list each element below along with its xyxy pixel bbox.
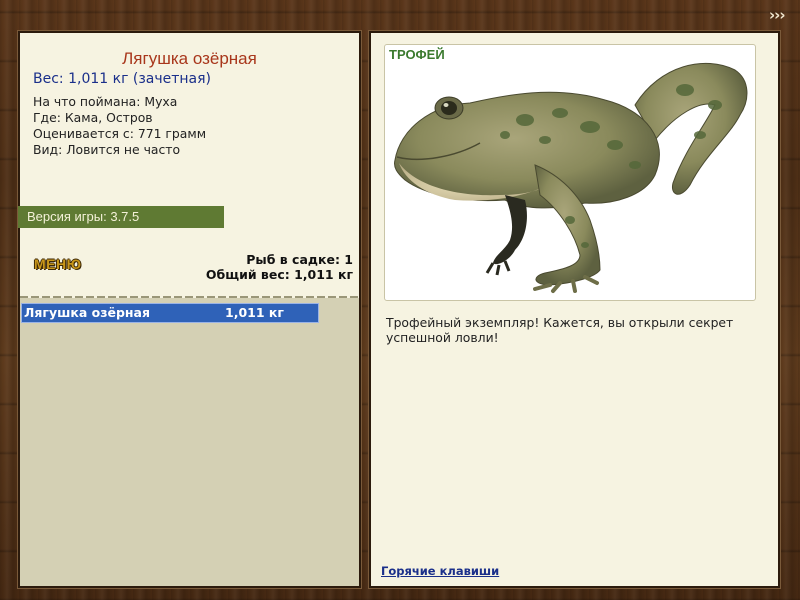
keepnet-stats: Рыб в садке: 1 Общий вес: 1,011 кг xyxy=(206,252,353,282)
detail-bait: На что поймана: Муха xyxy=(33,94,178,109)
fish-count: Рыб в садке: 1 xyxy=(246,252,353,267)
more-arrows-button[interactable]: ››› xyxy=(769,6,786,24)
version-bar: Версия игры: 3.7.5 xyxy=(18,206,224,228)
trophy-description: Трофейный экземпляр! Кажется, вы открыли… xyxy=(386,315,734,345)
detail-min-weight: Оценивается с: 771 грамм xyxy=(33,126,207,141)
total-weight: Общий вес: 1,011 кг xyxy=(205,267,353,282)
keepnet-list-item[interactable]: Лягушка озёрная 1,011 кг xyxy=(21,303,319,323)
catch-info-panel: Лягушка озёрная Вес: 1,011 кг (зачетная)… xyxy=(18,31,361,588)
trophy-panel: ТРОФЕЙ Трофейный экземпляр! Кажется, вы … xyxy=(369,31,780,588)
hotkeys-link[interactable]: Горячие клавиши xyxy=(381,564,499,578)
catch-details: На что поймана: Муха Где: Кама, Остров О… xyxy=(33,94,206,158)
list-item-weight: 1,011 кг xyxy=(225,305,284,320)
detail-location: Где: Кама, Остров xyxy=(33,110,153,125)
frog-illustration-icon xyxy=(394,63,748,293)
fish-weight: Вес: 1,011 кг (зачетная) xyxy=(33,71,212,87)
keepnet-list[interactable] xyxy=(20,298,359,586)
menu-button[interactable]: МЕНЮ xyxy=(34,256,82,272)
fish-title: Лягушка озёрная xyxy=(122,49,257,68)
trophy-image-frame: ТРОФЕЙ xyxy=(384,44,756,301)
detail-rarity: Вид: Ловится не часто xyxy=(33,142,181,157)
list-item-name: Лягушка озёрная xyxy=(24,305,151,320)
trophy-badge: ТРОФЕЙ xyxy=(389,47,445,62)
